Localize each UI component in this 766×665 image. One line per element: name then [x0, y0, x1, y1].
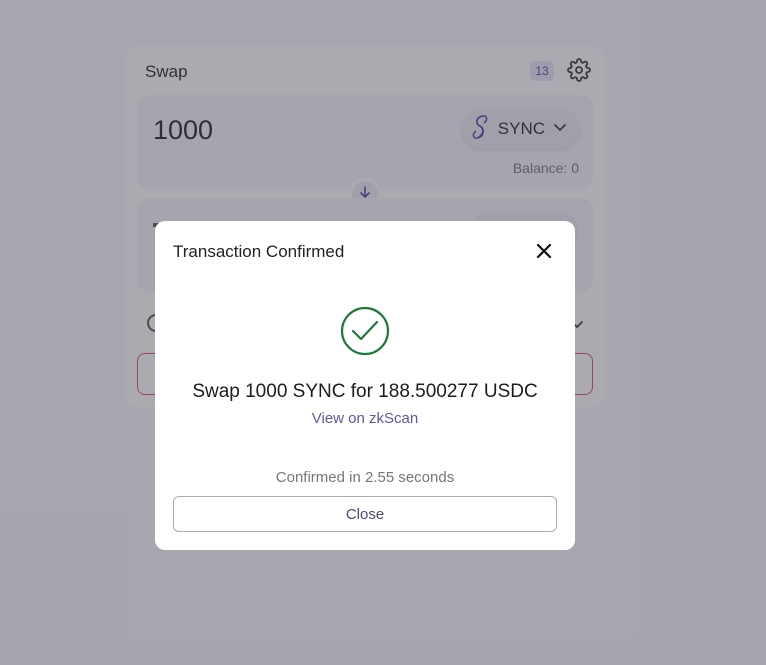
swap-summary: Swap 1000 SYNC for 188.500277 USDC: [192, 381, 538, 402]
modal-title: Transaction Confirmed: [173, 242, 345, 261]
view-on-zkscan-link[interactable]: View on zkScan: [155, 410, 575, 427]
confirmation-time: Confirmed in 2.55 seconds: [275, 469, 455, 486]
transaction-confirmed-modal: Transaction Confirmed Swap 1000 SYNC for…: [155, 221, 575, 550]
check-circle-icon: [339, 305, 391, 357]
close-icon[interactable]: [534, 241, 554, 261]
close-button[interactable]: Close: [173, 496, 557, 532]
